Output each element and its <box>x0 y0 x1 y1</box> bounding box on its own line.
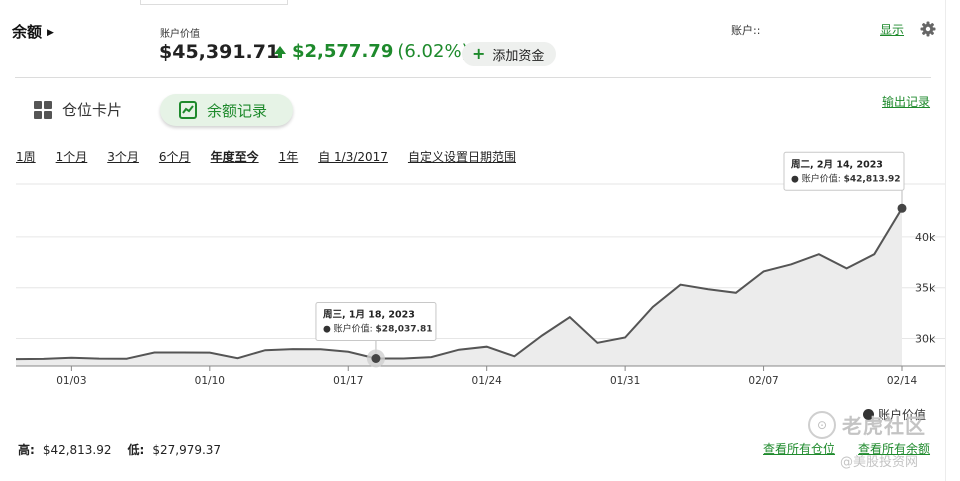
export-history-link[interactable]: 输出记录 <box>882 93 930 110</box>
tiger-logo-icon: ⊙ <box>808 410 836 439</box>
header-divider <box>15 77 931 78</box>
show-link[interactable]: 显示 <box>880 21 904 38</box>
balance-history-toggle[interactable]: 余额记录 <box>160 94 293 126</box>
gear-icon[interactable] <box>920 21 936 37</box>
y-tick-label: 40k <box>915 231 936 244</box>
plus-icon: + <box>472 44 486 63</box>
positions-card-label: 仓位卡片 <box>62 101 123 119</box>
low-value: $27,979.37 <box>152 443 222 457</box>
tooltip-date: 周三, 1月 18, 2023 <box>323 309 415 320</box>
x-tick-label: 01/17 <box>333 375 363 387</box>
line-chart-icon <box>179 101 197 119</box>
high-value: $42,813.92 <box>42 443 112 457</box>
x-tick-label: 01/03 <box>56 375 86 387</box>
x-tick-label: 02/07 <box>748 375 778 387</box>
x-tick-label: 02/14 <box>887 375 918 387</box>
data-point-marker <box>897 203 907 213</box>
account-value-label: 账户价值 <box>160 29 200 40</box>
tooltip-date: 周二, 2月 14, 2023 <box>791 159 883 170</box>
view-all-positions-link[interactable]: 查看所有仓位 <box>763 440 835 457</box>
tooltip-value: ● 账户价值: $28,037.81 <box>323 322 433 334</box>
caret-right-icon: ▶ <box>47 28 54 38</box>
high-label: 高: <box>18 443 35 457</box>
low-label: 低: <box>127 443 145 457</box>
top-tab-edge <box>140 0 288 5</box>
area-fill <box>16 208 902 366</box>
balance-history-label: 余额记录 <box>207 101 268 120</box>
data-point-marker <box>371 353 381 363</box>
grid-icon <box>34 100 52 119</box>
gain-amount: $2,577.79 <box>292 41 394 62</box>
tooltip-box <box>783 151 905 191</box>
add-funds-label: 添加资金 <box>492 48 545 64</box>
x-tick-label: 01/24 <box>472 375 503 387</box>
watermark-text: 老虎社区 <box>842 414 926 438</box>
balance-dropdown[interactable]: 余额 ▶ <box>12 21 54 42</box>
gain-display: $2,577.79 (6.02%) <box>274 41 469 62</box>
x-tick-label: 01/10 <box>195 375 225 387</box>
y-tick-label: 35k <box>915 282 936 295</box>
watermark-subtext: @美股投资网 <box>840 455 919 470</box>
x-tick-label: 01/31 <box>610 375 640 387</box>
balance-title: 余额 <box>12 23 43 41</box>
add-funds-button[interactable]: + 添加资金 <box>462 42 557 66</box>
tooltip-value: ● 账户价值: $42,813.92 <box>791 172 901 184</box>
tooltip-box <box>315 301 437 341</box>
high-low-summary: 高: $42,813.92 低: $27,979.37 <box>18 441 237 458</box>
balance-chart: 30k 35k 40k 01/03 01/10 01/17 01/24 01/31 02/07 0… <box>15 151 945 387</box>
gain-percent: (6.02%) <box>397 41 469 62</box>
account-value: $45,391.71 <box>159 41 280 63</box>
positions-card-toggle[interactable]: 仓位卡片 <box>34 99 122 120</box>
watermark: ⊙ 老虎社区 <box>808 410 926 439</box>
y-tick-label: 30k <box>915 333 936 346</box>
arrow-up-icon <box>274 46 286 58</box>
account-selector[interactable]: 账户:: <box>731 22 760 38</box>
